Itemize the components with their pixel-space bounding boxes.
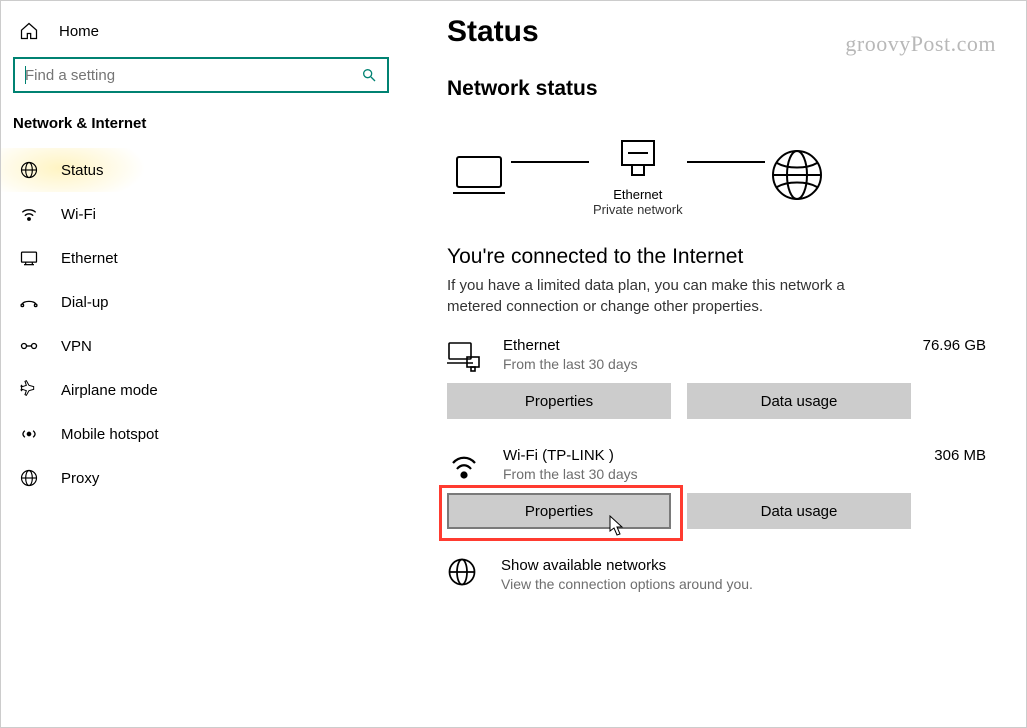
diagram-router-node: Ethernet Private network <box>593 133 683 217</box>
diagram-middle-sub: Private network <box>593 202 683 217</box>
vpn-icon <box>19 336 39 356</box>
diagram-pc-node <box>451 147 507 203</box>
conn-sub: From the last 30 days <box>503 356 906 372</box>
watermark: groovyPost.com <box>845 31 996 57</box>
nav-label: Mobile hotspot <box>61 426 159 443</box>
cursor-icon <box>609 515 625 537</box>
hotspot-icon <box>19 424 39 444</box>
sidebar-section-title: Network & Internet <box>1 115 401 148</box>
sidebar-home-label: Home <box>59 23 99 40</box>
connection-wifi: Wi-Fi (TP-LINK ) From the last 30 days 3… <box>447 447 996 529</box>
connected-text: If you have a limited data plan, you can… <box>447 275 897 317</box>
conn-sub: From the last 30 days <box>503 466 906 482</box>
conn-usage: 306 MB <box>906 447 996 464</box>
home-icon <box>19 21 39 41</box>
proxy-icon <box>19 468 39 488</box>
search-input[interactable] <box>25 67 361 84</box>
show-available-networks[interactable]: Show available networks View the connect… <box>447 557 996 592</box>
search-box[interactable] <box>13 57 389 93</box>
sidebar-item-wifi[interactable]: Wi-Fi <box>1 192 401 236</box>
sidebar-item-vpn[interactable]: VPN <box>1 324 401 368</box>
ethernet-conn-icon <box>447 339 481 373</box>
sidebar-item-status[interactable]: Status <box>1 148 401 192</box>
sidebar-item-airplane[interactable]: Airplane mode <box>1 368 401 412</box>
nav-label: Dial-up <box>61 294 109 311</box>
nav-label: Wi-Fi <box>61 206 96 223</box>
sidebar: Home Network & Internet Status Wi-Fi Eth… <box>1 1 401 727</box>
diagram-middle-label: Ethernet <box>613 187 662 202</box>
conn-name: Ethernet <box>503 337 906 354</box>
wifi-data-usage-button[interactable]: Data usage <box>687 493 911 529</box>
wifi-properties-button[interactable]: Properties <box>447 493 671 529</box>
airplane-icon <box>19 380 39 400</box>
nav-label: VPN <box>61 338 92 355</box>
network-diagram: Ethernet Private network <box>447 133 996 217</box>
sidebar-item-dialup[interactable]: Dial-up <box>1 280 401 324</box>
ethernet-data-usage-button[interactable]: Data usage <box>687 383 911 419</box>
connection-ethernet: Ethernet From the last 30 days 76.96 GB … <box>447 337 996 419</box>
sidebar-item-hotspot[interactable]: Mobile hotspot <box>1 412 401 456</box>
wifi-conn-icon <box>447 449 481 483</box>
subtitle: Network status <box>447 77 996 101</box>
globe-large-icon <box>769 147 825 203</box>
main-content: groovyPost.com Status Network status Eth… <box>401 1 1026 727</box>
search-icon <box>361 67 377 83</box>
globe-icon <box>19 160 39 180</box>
diagram-globe-node <box>769 147 825 203</box>
connected-title: You're connected to the Internet <box>447 245 996 269</box>
available-sub: View the connection options around you. <box>501 576 753 592</box>
sidebar-home[interactable]: Home <box>1 15 401 57</box>
ethernet-icon <box>19 248 39 268</box>
sidebar-item-proxy[interactable]: Proxy <box>1 456 401 500</box>
nav-label: Airplane mode <box>61 382 158 399</box>
nav-label: Status <box>61 162 104 179</box>
router-icon <box>614 133 662 181</box>
wifi-icon <box>19 204 39 224</box>
nav-label: Ethernet <box>61 250 118 267</box>
dialup-icon <box>19 292 39 312</box>
pc-icon <box>451 147 507 203</box>
globe-small-icon <box>447 557 477 587</box>
conn-usage: 76.96 GB <box>906 337 996 354</box>
available-title: Show available networks <box>501 557 753 574</box>
conn-name: Wi-Fi (TP-LINK ) <box>503 447 906 464</box>
ethernet-properties-button[interactable]: Properties <box>447 383 671 419</box>
sidebar-item-ethernet[interactable]: Ethernet <box>1 236 401 280</box>
nav-label: Proxy <box>61 470 99 487</box>
